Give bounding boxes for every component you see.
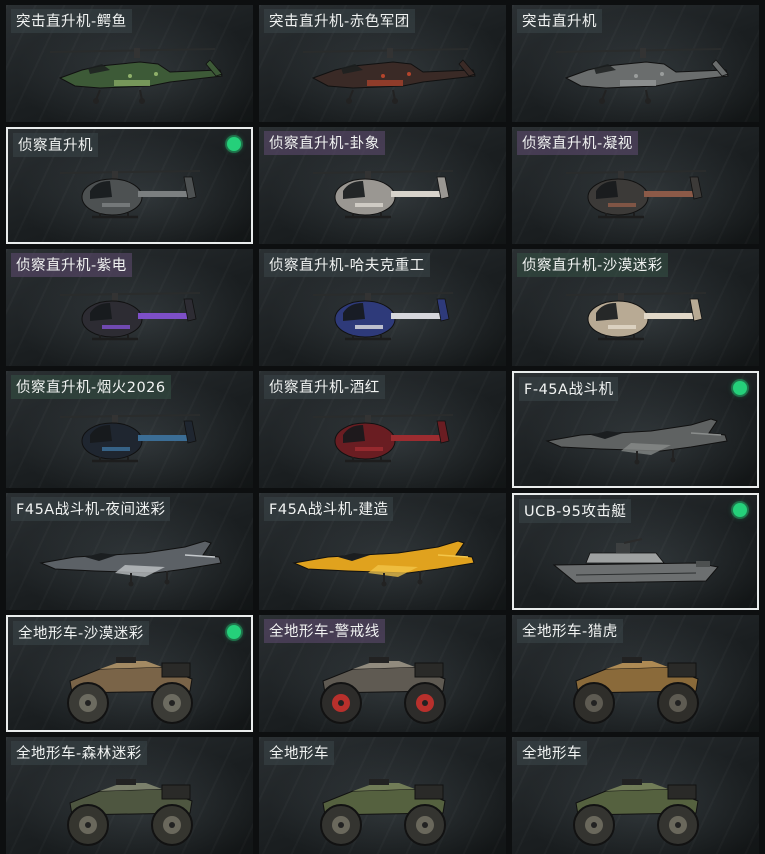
skin-card[interactable]: 全地形车-森林迷彩 [6, 737, 253, 854]
scout-helicopter-icon [259, 271, 506, 366]
skin-card[interactable]: 突击直升机-赤色军团 [259, 5, 506, 122]
equipped-indicator-icon [227, 625, 241, 639]
scout-helicopter-icon [512, 271, 759, 366]
skin-name-label: 全地形车-沙漠迷彩 [13, 621, 149, 645]
attack-helicopter-icon [259, 27, 506, 122]
skin-card[interactable]: 侦察直升机 [6, 127, 253, 244]
scout-helicopter-icon [512, 149, 759, 244]
fighter-jet-icon [259, 515, 506, 610]
skin-name-label: F45A战斗机-夜间迷彩 [11, 497, 171, 521]
equipped-indicator-icon [733, 381, 747, 395]
atv-icon [8, 639, 251, 730]
skin-name-label: F45A战斗机-建造 [264, 497, 394, 521]
scout-helicopter-icon [6, 393, 253, 488]
attack-boat-icon [514, 517, 757, 608]
scout-helicopter-icon [259, 149, 506, 244]
skin-name-label: 侦察直升机-烟火2026 [11, 375, 171, 399]
attack-helicopter-icon [6, 27, 253, 122]
skin-name-label: 侦察直升机 [13, 133, 98, 157]
skin-card[interactable]: 突击直升机 [512, 5, 759, 122]
skin-name-label: 突击直升机-赤色军团 [264, 9, 415, 33]
atv-icon [512, 759, 759, 854]
skin-card[interactable]: 全地形车-沙漠迷彩 [6, 615, 253, 732]
skin-name-label: 侦察直升机-卦象 [264, 131, 385, 155]
skin-card[interactable]: 全地形车-猎虎 [512, 615, 759, 732]
skin-name-label: 侦察直升机-沙漠迷彩 [517, 253, 668, 277]
skin-card[interactable]: UCB-95攻击艇 [512, 493, 759, 610]
skin-card[interactable]: 侦察直升机-沙漠迷彩 [512, 249, 759, 366]
skin-name-label: 全地形车-警戒线 [264, 619, 385, 643]
skin-name-label: 全地形车 [264, 741, 334, 765]
skin-name-label: 突击直升机-鳄鱼 [11, 9, 132, 33]
atv-icon [512, 637, 759, 732]
attack-helicopter-icon [512, 27, 759, 122]
skin-card[interactable]: 侦察直升机-紫电 [6, 249, 253, 366]
skin-name-label: 全地形车-森林迷彩 [11, 741, 147, 765]
skin-name-label: 突击直升机 [517, 9, 602, 33]
skin-card[interactable]: 全地形车 [259, 737, 506, 854]
scout-helicopter-icon [259, 393, 506, 488]
skin-card[interactable]: 侦察直升机-卦象 [259, 127, 506, 244]
skin-card[interactable]: 侦察直升机-烟火2026 [6, 371, 253, 488]
equipped-indicator-icon [227, 137, 241, 151]
atv-icon [6, 759, 253, 854]
equipped-indicator-icon [733, 503, 747, 517]
skin-card[interactable]: F45A战斗机-夜间迷彩 [6, 493, 253, 610]
fighter-jet-icon [6, 515, 253, 610]
scout-helicopter-icon [6, 271, 253, 366]
skin-card[interactable]: 全地形车 [512, 737, 759, 854]
atv-icon [259, 637, 506, 732]
skin-name-label: F-45A战斗机 [519, 377, 619, 401]
skin-name-label: 侦察直升机-酒红 [264, 375, 385, 399]
skin-card[interactable]: 侦察直升机-凝视 [512, 127, 759, 244]
atv-icon [259, 759, 506, 854]
skin-card[interactable]: 侦察直升机-哈夫克重工 [259, 249, 506, 366]
vehicle-skin-grid: 突击直升机-鳄鱼 突击直升机-赤色军团 突击直升机 侦察直升机 侦察直升机-卦象… [0, 0, 765, 854]
skin-name-label: 侦察直升机-哈夫克重工 [264, 253, 430, 277]
skin-card[interactable]: F-45A战斗机 [512, 371, 759, 488]
skin-name-label: 全地形车 [517, 741, 587, 765]
skin-name-label: 侦察直升机-凝视 [517, 131, 638, 155]
skin-name-label: 全地形车-猎虎 [517, 619, 623, 643]
scout-helicopter-icon [8, 151, 251, 242]
skin-card[interactable]: 全地形车-警戒线 [259, 615, 506, 732]
skin-name-label: 侦察直升机-紫电 [11, 253, 132, 277]
fighter-jet-icon [514, 395, 757, 486]
skin-card[interactable]: F45A战斗机-建造 [259, 493, 506, 610]
skin-card[interactable]: 突击直升机-鳄鱼 [6, 5, 253, 122]
skin-name-label: UCB-95攻击艇 [519, 499, 632, 523]
skin-card[interactable]: 侦察直升机-酒红 [259, 371, 506, 488]
